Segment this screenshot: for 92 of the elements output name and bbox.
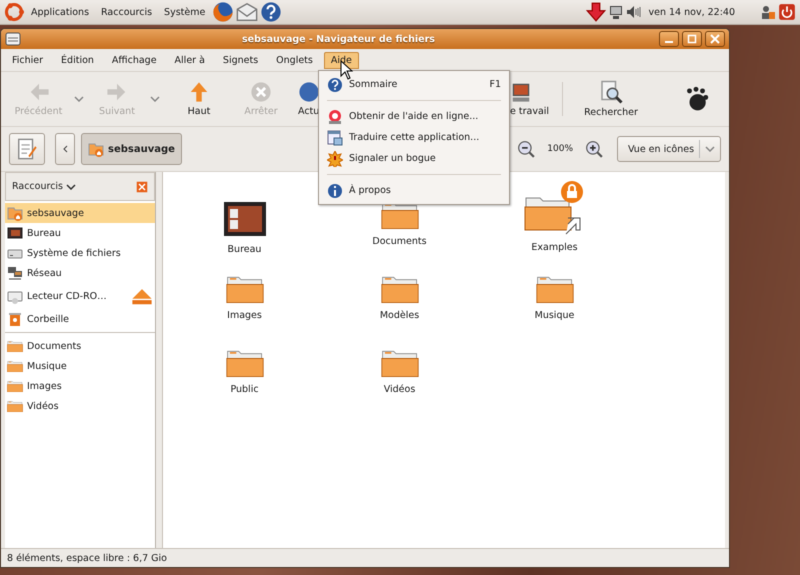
path-button[interactable]: sebsauvage [81, 133, 182, 165]
sidebar-item[interactable]: Documents [5, 336, 155, 356]
computer-icon [510, 81, 532, 103]
lifebuoy-icon [327, 108, 343, 124]
folder-icon [226, 274, 264, 304]
chevron-left-icon [62, 145, 68, 153]
examples-folder-icon [524, 180, 586, 236]
sidebar-item[interactable]: Musique [5, 356, 155, 376]
menu-item[interactable]: Aller à [168, 52, 212, 68]
status-bar: 8 éléments, espace libre : 6,7 Gio [1, 548, 729, 567]
close-icon [136, 180, 148, 192]
volume-icon [626, 4, 642, 20]
network-monitor-icon [608, 4, 624, 20]
sidebar-item[interactable]: Bureau [5, 223, 155, 243]
caret-icon [74, 96, 84, 102]
bug-icon [327, 150, 343, 166]
folder-icon [7, 360, 23, 372]
sidebar-item[interactable]: Corbeille [5, 309, 155, 329]
users-icon [760, 4, 776, 20]
panel-menu[interactable]: Applications [26, 6, 94, 18]
zoom-in-icon [585, 140, 603, 158]
window-menu-icon [5, 31, 21, 47]
help-icon [260, 1, 282, 23]
file-name[interactable]: Images [227, 310, 262, 322]
menu-entry[interactable]: Obtenir de l'aide en ligne... [319, 106, 509, 127]
home-folder-icon [7, 205, 23, 221]
stop-icon [250, 81, 272, 103]
file-name[interactable]: Vidéos [384, 384, 416, 396]
file-name[interactable]: Musique [534, 310, 574, 322]
up-arrow-icon [188, 81, 210, 103]
home-folder-icon [88, 141, 104, 157]
zoom-out-icon [517, 140, 536, 158]
close-icon [710, 34, 720, 44]
minimize-icon [665, 41, 673, 43]
network-icon [7, 265, 23, 281]
sidebar-item[interactable]: Vidéos [5, 396, 155, 416]
menu-entry[interactable]: Signaler un bogue [319, 148, 509, 169]
menu-entry[interactable]: Traduire cette application... [319, 127, 509, 148]
toolbar-button[interactable]: Haut [162, 74, 236, 124]
forward-arrow-icon [106, 81, 128, 103]
menu-item[interactable]: Édition [54, 52, 101, 68]
edit-location-button[interactable] [9, 133, 45, 165]
sidebar-item[interactable]: Système de fichiers [5, 243, 155, 263]
menu-entry[interactable]: À propos [319, 180, 509, 201]
folder-icon [380, 274, 418, 304]
info-icon [327, 182, 343, 198]
mail-icon [236, 1, 258, 23]
file-name[interactable]: Bureau [228, 244, 262, 255]
menu-item[interactable]: Fichier [5, 52, 50, 68]
desktop-folder-icon [222, 200, 268, 238]
help-icon [327, 76, 343, 92]
panel-menu[interactable]: Raccourcis [96, 6, 158, 18]
desktop-icon [7, 225, 23, 241]
notepad-pencil-icon [16, 138, 38, 160]
menu-item[interactable]: Signets [216, 52, 266, 68]
zoom-level: 100% [547, 144, 573, 154]
power-icon [778, 3, 796, 21]
view-dropdown[interactable]: Vue en icônes [617, 136, 721, 162]
folder-icon [7, 400, 23, 412]
toolbar-button[interactable]: Rechercher [571, 74, 651, 124]
toolbar-button[interactable]: e travail [510, 74, 554, 124]
sidebar-item[interactable]: Lecteur CD-RO… [5, 283, 155, 309]
panel-menu[interactable]: Système [159, 6, 210, 18]
caret-icon [150, 96, 160, 102]
window-icon [327, 130, 343, 146]
file-name[interactable]: Documents [372, 236, 427, 248]
file-name[interactable]: Public [230, 384, 259, 396]
folder-icon [536, 274, 574, 304]
maximize-icon [687, 34, 697, 44]
maximize-button[interactable] [682, 31, 702, 47]
search-icon [599, 80, 623, 104]
sidebar-item[interactable]: Réseau [5, 263, 155, 283]
globe-icon [298, 81, 320, 103]
sidebar-item[interactable]: Images [5, 376, 155, 396]
path-back-button[interactable] [55, 133, 75, 165]
folder-icon [7, 340, 23, 352]
folder-icon [380, 348, 418, 378]
menu-item[interactable]: Affichage [104, 52, 164, 68]
folder-icon [7, 380, 23, 392]
file-name[interactable]: Examples [531, 242, 578, 253]
sidebar-type-dropdown[interactable]: Raccourcis [12, 181, 76, 192]
window-title: sebsauvage - Navigateur de fichiers [241, 34, 436, 44]
clock[interactable]: ven 14 nov, 22:40 [644, 6, 740, 18]
minimize-button[interactable] [659, 31, 679, 47]
menu-item[interactable]: Onglets [269, 52, 320, 68]
caret-icon [705, 146, 715, 152]
close-button[interactable] [705, 31, 725, 47]
download-arrow-icon [586, 2, 606, 22]
caret-icon [66, 184, 76, 190]
folder-icon [226, 348, 264, 378]
file-name[interactable]: Modèles [380, 310, 420, 322]
sidebar-item[interactable]: sebsauvage [5, 203, 155, 223]
